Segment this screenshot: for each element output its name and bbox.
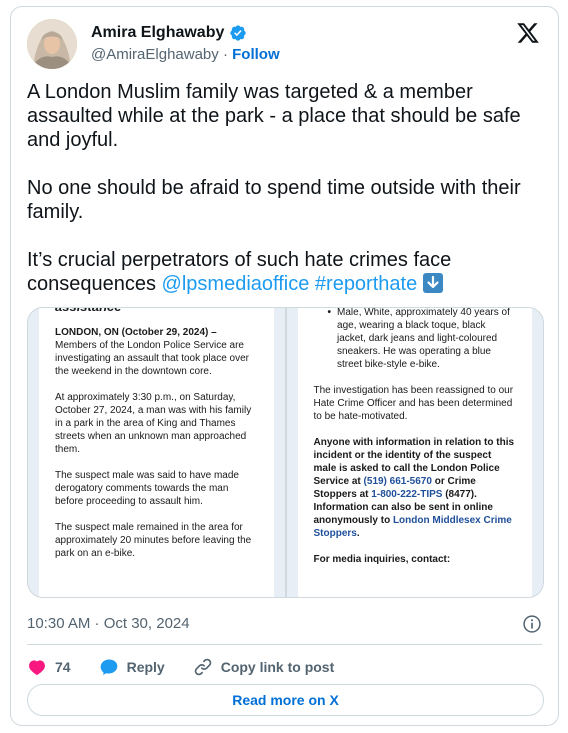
like-button[interactable]: 74: [27, 657, 71, 677]
link-icon: [194, 658, 211, 676]
tweet-card: Amira Elghawaby @AmiraElghawaby · Follow…: [10, 6, 559, 726]
suspect-description-text: Male, White, approximately 40 years of a…: [337, 308, 510, 370]
press-release-paragraph: The suspect male was said to have made d…: [55, 470, 239, 507]
press-release-heading: assistance: [55, 308, 258, 313]
media-image-left[interactable]: assistance LONDON, ON (October 29, 2024)…: [28, 308, 285, 597]
bullet-point: •: [327, 308, 332, 318]
hashtag-link[interactable]: #reporthate: [315, 273, 417, 295]
reply-button[interactable]: Reply: [99, 657, 165, 677]
divider: [27, 644, 542, 645]
info-icon[interactable]: [522, 614, 542, 634]
press-release-page-left: assistance LONDON, ON (October 29, 2024)…: [39, 308, 274, 597]
press-release-text: Members of the London Police Service are…: [55, 340, 250, 377]
press-release-dateline: LONDON, ON (October 29, 2024) –: [55, 327, 217, 338]
phone-number: (519) 661-5670: [363, 476, 432, 487]
avatar[interactable]: [27, 19, 77, 69]
author-name-text[interactable]: Amira Elghawaby: [91, 24, 224, 42]
media-inquiries-heading: For media inquiries, contact:: [313, 554, 451, 565]
media-attachment[interactable]: assistance LONDON, ON (October 29, 2024)…: [27, 307, 544, 598]
follow-button[interactable]: Follow: [232, 46, 280, 63]
arrow-down-emoji-icon: [422, 273, 443, 293]
heart-icon: [29, 660, 45, 676]
x-logo-icon[interactable]: [516, 21, 540, 45]
action-bar: 74 Reply Copy link to post: [27, 655, 362, 679]
tweet-text: A London Muslim family was targeted & a …: [27, 80, 547, 296]
tweet-paragraph: No one should be afraid to spend time ou…: [27, 177, 521, 223]
tweet-paragraph: A London Muslim family was targeted & a …: [27, 81, 521, 151]
press-release-paragraph: The investigation has been reassigned to…: [313, 385, 514, 422]
contact-text: .: [356, 528, 360, 539]
reply-icon: [100, 659, 117, 675]
verified-badge-icon: [230, 25, 247, 41]
mention-link[interactable]: @lpsmediaoffice: [162, 273, 310, 295]
suspect-description: • Male, White, approximately 40 years of…: [314, 308, 517, 371]
press-release-paragraph: LONDON, ON (October 29, 2024) – Members …: [55, 326, 258, 378]
read-more-button[interactable]: Read more on X: [27, 684, 544, 716]
media-image-right[interactable]: • Male, White, approximately 40 years of…: [286, 308, 543, 597]
tweet-timestamp[interactable]: 10:30 AM · Oct 30, 2024: [27, 615, 190, 632]
press-release-contact-info: Anyone with information in relation to t…: [314, 436, 517, 540]
tweet-paragraph: It’s crucial perpetrators of such hate c…: [27, 248, 547, 296]
author-name[interactable]: Amira Elghawaby: [91, 24, 247, 42]
press-release-page-right: • Male, White, approximately 40 years of…: [297, 308, 532, 597]
like-count: 74: [55, 659, 71, 675]
author-subline: @AmiraElghawaby · Follow: [91, 46, 280, 63]
crime-stoppers-phone: 1-800-222-TIPS: [371, 489, 443, 500]
author-handle[interactable]: @AmiraElghawaby: [91, 46, 219, 63]
reply-label: Reply: [126, 659, 165, 675]
copy-link-button[interactable]: Copy link to post: [193, 657, 335, 677]
press-release-paragraph: At approximately 3:30 p.m., on Saturday,…: [55, 392, 252, 455]
separator-dot: ·: [222, 46, 228, 63]
copy-link-label: Copy link to post: [220, 659, 335, 675]
press-release-paragraph: The suspect male remained in the area fo…: [55, 522, 252, 559]
